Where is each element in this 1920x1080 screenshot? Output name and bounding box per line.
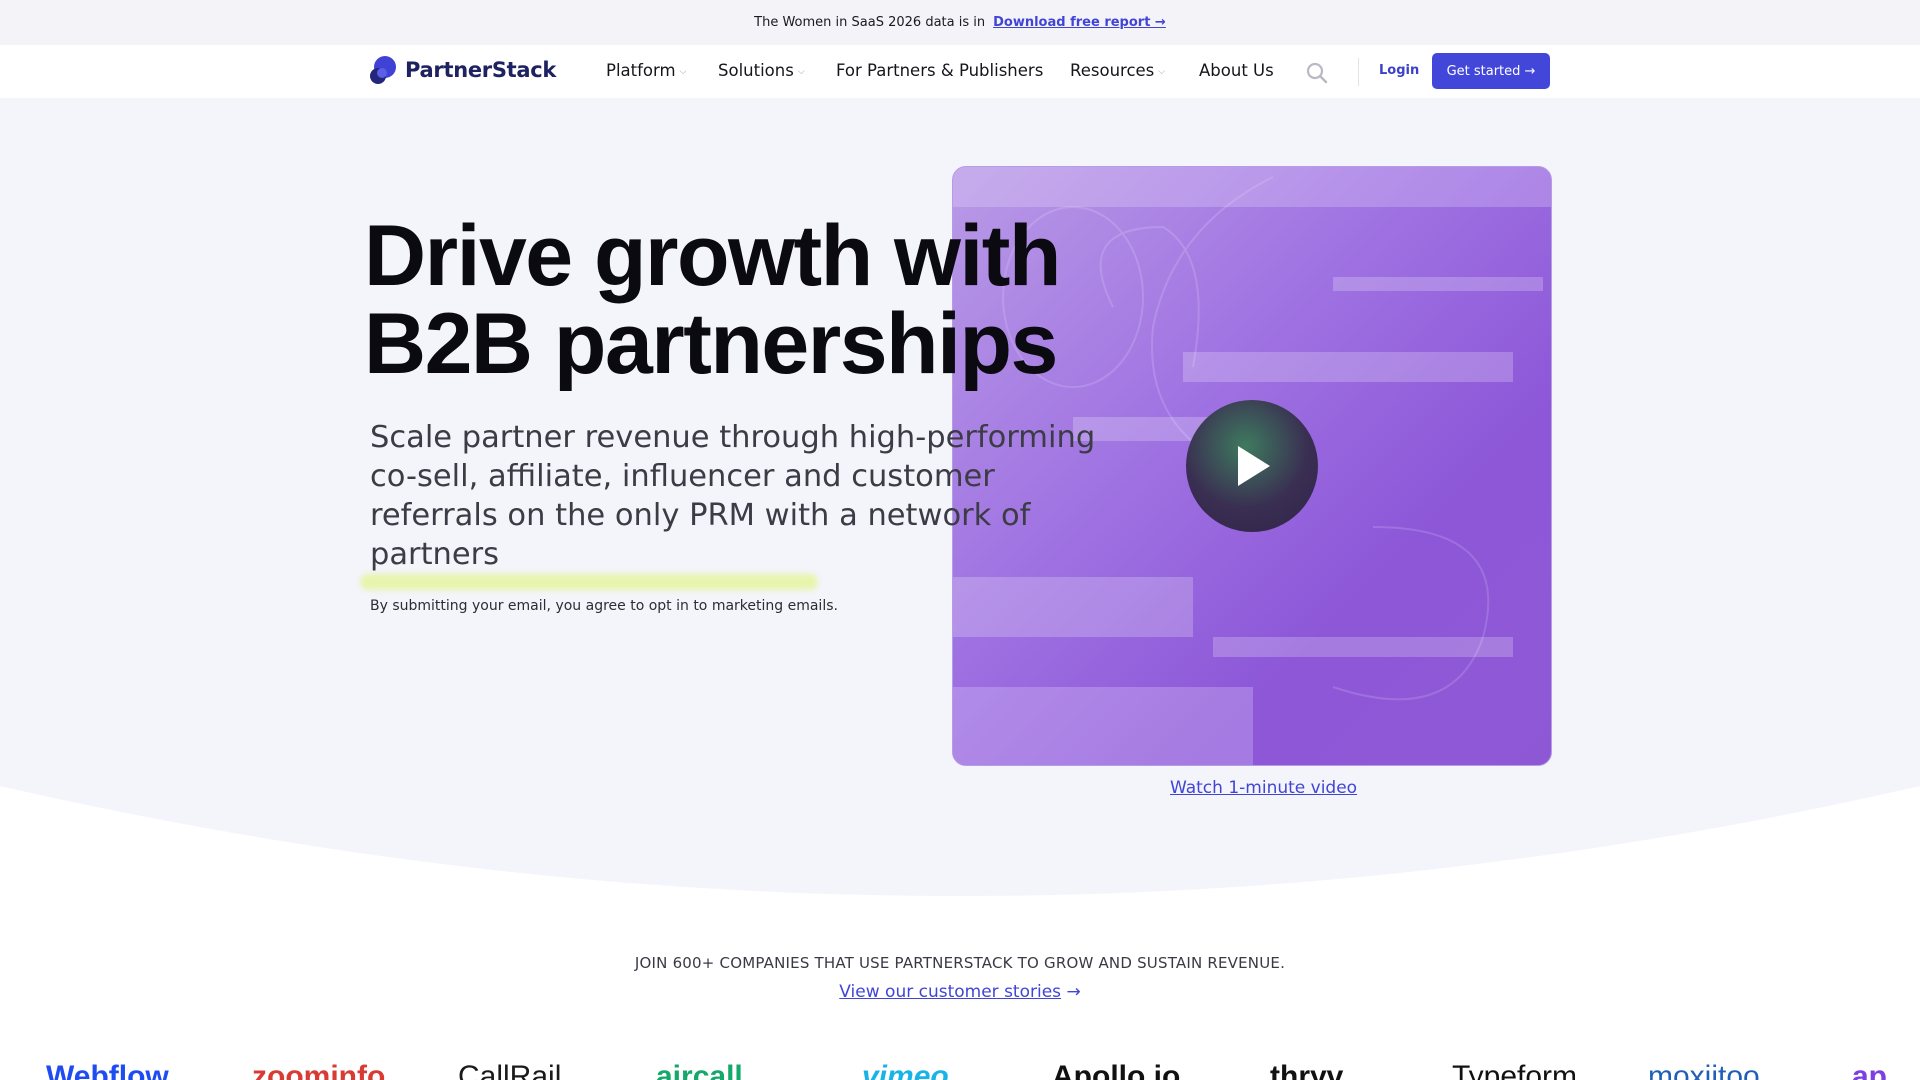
headline-line-2: B2B partnerships xyxy=(364,296,1058,392)
nav-item-partners-publishers[interactable]: For Partners & Publishers xyxy=(836,61,1043,80)
customer-logo: Apollo.io xyxy=(1052,1062,1181,1080)
arrow-right-icon: → xyxy=(1066,982,1081,1002)
download-report-link[interactable]: Download free report → xyxy=(993,15,1166,30)
nav-item-solutions[interactable]: Solutions ⌵ xyxy=(718,61,805,80)
customer-logo: vimeo xyxy=(862,1062,949,1080)
main-nav: PartnerStack Platform ⌵ Solutions ⌵ For … xyxy=(0,45,1920,98)
partnerstack-logo-icon xyxy=(370,56,396,84)
customer-count-text: JOIN 600+ COMPANIES THAT USE PARTNERSTAC… xyxy=(634,954,1286,972)
customer-logo: Webflow xyxy=(46,1062,169,1080)
customer-logo: CallRail xyxy=(458,1062,562,1080)
announcement-text: The Women in SaaS 2026 data is in xyxy=(754,15,986,30)
get-started-button[interactable]: Get started → xyxy=(1432,53,1550,89)
nav-item-label: Resources xyxy=(1070,61,1155,80)
get-started-label: Get started → xyxy=(1446,63,1536,79)
customer-logo: ap xyxy=(1852,1062,1888,1080)
nav-item-label: About Us xyxy=(1199,61,1274,80)
brand-logo[interactable]: PartnerStack xyxy=(369,54,556,86)
hero-curve-divider xyxy=(0,786,1920,926)
chevron-down-icon: ⌵ xyxy=(1158,66,1166,77)
customer-stories-link[interactable]: View our customer stories → xyxy=(0,982,1920,1002)
hero-headline: Drive growth with B2B partnerships xyxy=(364,212,1084,388)
customer-logo: zoominfo xyxy=(252,1062,386,1080)
nav-item-resources[interactable]: Resources ⌵ xyxy=(1070,61,1165,80)
play-icon xyxy=(1238,446,1270,486)
customer-logo: Typeform xyxy=(1452,1062,1578,1080)
login-link[interactable]: Login xyxy=(1379,63,1419,78)
announcement-bar: The Women in SaaS 2026 data is in Downlo… xyxy=(0,0,1920,45)
nav-item-platform[interactable]: Platform ⌵ xyxy=(606,61,686,80)
customer-logo: aircall xyxy=(656,1062,743,1080)
email-form-highlight[interactable] xyxy=(360,574,818,590)
headline-line-1: Drive growth with xyxy=(364,208,1061,304)
chevron-down-icon: ⌵ xyxy=(679,66,687,77)
customer-logo: moxiitoo xyxy=(1648,1062,1760,1080)
brand-name: PartnerStack xyxy=(405,58,557,82)
nav-divider xyxy=(1358,58,1359,86)
nav-item-label: For Partners & Publishers xyxy=(836,61,1044,80)
nav-item-label: Solutions xyxy=(718,61,794,80)
customer-logo: thryv xyxy=(1270,1062,1344,1080)
customer-logo-strip: Webflow zoominfo CallRail aircall vimeo … xyxy=(0,1062,1920,1080)
search-icon[interactable] xyxy=(1305,61,1329,85)
customer-stories-label: View our customer stories xyxy=(839,982,1062,1002)
chevron-down-icon: ⌵ xyxy=(797,66,805,77)
play-button[interactable] xyxy=(1186,400,1318,532)
nav-item-about-us[interactable]: About Us xyxy=(1199,61,1274,80)
nav-item-label: Platform xyxy=(606,61,676,80)
email-consent-text: By submitting your email, you agree to o… xyxy=(370,598,838,614)
watch-video-link[interactable]: Watch 1-minute video xyxy=(1170,778,1357,798)
hero-subhead: Scale partner revenue through high-perfo… xyxy=(370,420,1096,572)
